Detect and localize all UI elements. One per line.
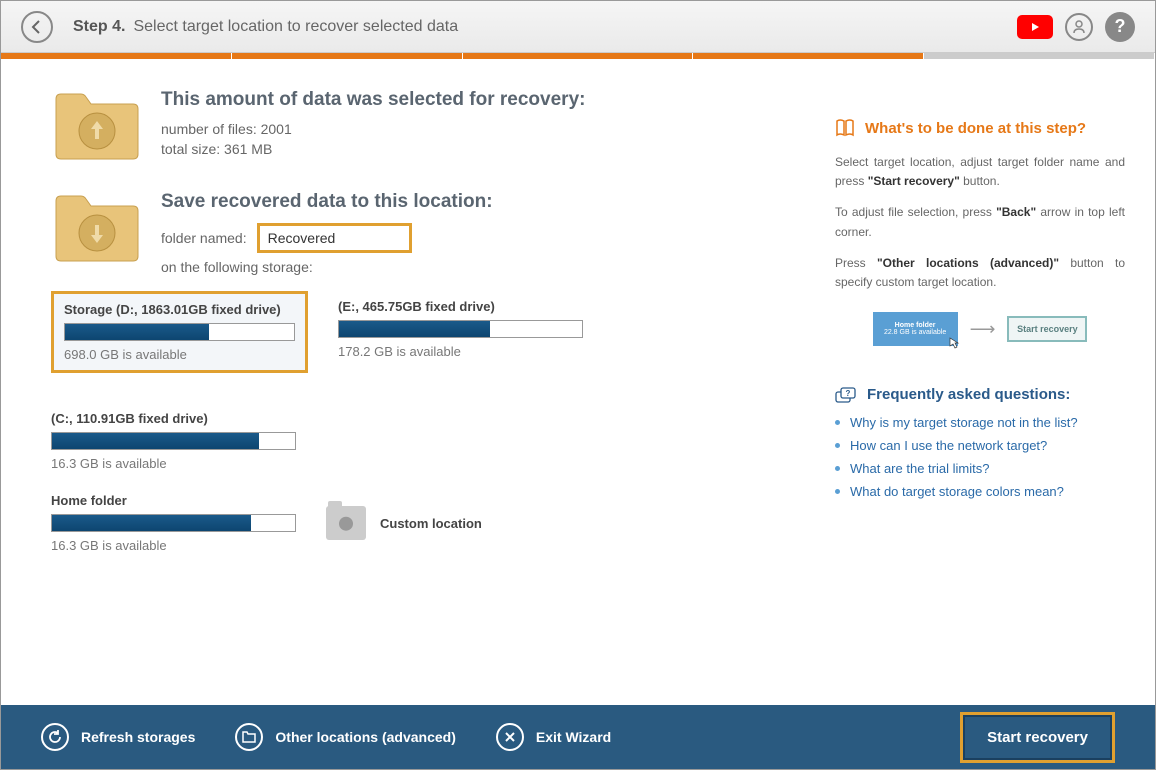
exit-wizard-button[interactable]: Exit Wizard xyxy=(496,723,611,751)
faq-link: Why is my target storage not in the list… xyxy=(850,415,1078,430)
storage-available: 178.2 GB is available xyxy=(338,344,583,359)
storage-name: Storage (D:, 1863.01GB fixed drive) xyxy=(64,302,295,317)
help-icon[interactable]: ? xyxy=(1105,12,1135,42)
faq-item[interactable]: Why is my target storage not in the list… xyxy=(835,415,1125,430)
hint-paragraph-2: To adjust file selection, press "Back" a… xyxy=(835,203,1125,241)
faq-link: How can I use the network target? xyxy=(850,438,1047,453)
folder-icon xyxy=(242,731,256,743)
book-icon xyxy=(835,119,855,137)
faq-link: What are the trial limits? xyxy=(850,461,989,476)
start-recovery-button[interactable]: Start recovery xyxy=(960,712,1115,763)
hint-paragraph-1: Select target location, adjust target fo… xyxy=(835,153,1125,191)
faq-link: What do target storage colors mean? xyxy=(850,484,1064,499)
faq-item[interactable]: What are the trial limits? xyxy=(835,461,1125,476)
folder-name-label: folder named: xyxy=(161,230,247,246)
footer-bar: Refresh storages Other locations (advanc… xyxy=(1,705,1155,769)
storage-card[interactable]: Home folder 16.3 GB is available xyxy=(51,485,296,561)
youtube-icon[interactable] xyxy=(1017,15,1053,39)
hints-title: What's to be done at this step? xyxy=(865,120,1086,137)
storage-name: (E:, 465.75GB fixed drive) xyxy=(338,299,583,314)
usage-bar xyxy=(64,323,295,341)
step-description: Select target location to recover select… xyxy=(133,18,458,36)
user-icon[interactable] xyxy=(1065,13,1093,41)
svg-text:?: ? xyxy=(846,389,851,398)
folder-upload-icon xyxy=(51,89,143,161)
faq-icon: ? xyxy=(835,387,857,403)
storage-name: Home folder xyxy=(51,493,296,508)
back-button[interactable] xyxy=(21,11,53,43)
hint-paragraph-3: Press "Other locations (advanced)" butto… xyxy=(835,254,1125,292)
storage-label: on the following storage: xyxy=(161,259,805,275)
total-size: total size: 361 MB xyxy=(161,141,805,157)
faq-item[interactable]: What do target storage colors mean? xyxy=(835,484,1125,499)
storage-card[interactable]: (C:, 110.91GB fixed drive) 16.3 GB is av… xyxy=(51,403,296,479)
save-location-title: Save recovered data to this location: xyxy=(161,191,805,213)
storage-available: 16.3 GB is available xyxy=(51,456,296,471)
usage-bar xyxy=(51,432,296,450)
folder-name-input[interactable] xyxy=(257,223,412,253)
storage-name: (C:, 110.91GB fixed drive) xyxy=(51,411,296,426)
custom-location-card[interactable]: Custom location xyxy=(326,485,571,561)
file-count: number of files: 2001 xyxy=(161,121,805,137)
usage-bar xyxy=(338,320,583,338)
refresh-icon xyxy=(48,730,62,744)
storage-card[interactable]: (E:, 465.75GB fixed drive) 178.2 GB is a… xyxy=(338,291,583,373)
folder-download-icon xyxy=(51,191,143,263)
faq-title: Frequently asked questions: xyxy=(867,386,1070,403)
header-bar: Step 4. Select target location to recove… xyxy=(1,1,1155,53)
arrow-left-icon xyxy=(29,19,45,35)
hint-illustration: Home folder22.8 GB is available ⟶ Start … xyxy=(835,312,1125,346)
step-number: Step 4. xyxy=(73,18,125,36)
storage-available: 698.0 GB is available xyxy=(64,347,295,362)
close-icon xyxy=(504,731,516,743)
custom-folder-icon xyxy=(326,506,366,540)
other-locations-button[interactable]: Other locations (advanced) xyxy=(235,723,455,751)
arrow-right-icon: ⟶ xyxy=(970,319,996,340)
refresh-storages-button[interactable]: Refresh storages xyxy=(41,723,195,751)
custom-location-label: Custom location xyxy=(380,516,482,531)
faq-item[interactable]: How can I use the network target? xyxy=(835,438,1125,453)
recovery-info-title: This amount of data was selected for rec… xyxy=(161,89,805,111)
usage-bar xyxy=(51,514,296,532)
storage-card[interactable]: Storage (D:, 1863.01GB fixed drive) 698.… xyxy=(51,291,308,373)
storage-available: 16.3 GB is available xyxy=(51,538,296,553)
